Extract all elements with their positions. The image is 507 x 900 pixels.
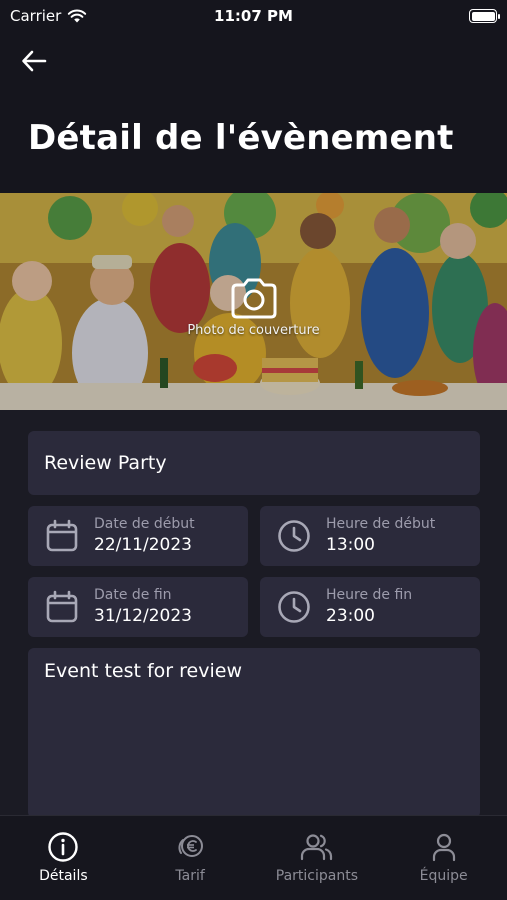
description-value: Event test for review [44,660,242,682]
users-icon [299,830,335,864]
status-bar: Carrier 11:07 PM [0,0,507,32]
end-time-text: Heure de fin 23:00 [326,586,412,628]
arrow-left-icon [22,50,47,72]
start-time-field[interactable]: Heure de début 13:00 [260,506,480,566]
end-date-field[interactable]: Date de fin 31/12/2023 [28,577,248,637]
start-date-text: Date de début 22/11/2023 [94,515,195,557]
wifi-icon [68,9,87,23]
tab-tarif-label: Tarif [175,868,205,884]
description-field[interactable]: Event test for review [28,648,480,818]
event-form: Review Party Date de début 22/11/2023 He… [0,410,507,818]
start-time-label: Heure de début [326,516,436,532]
clock-icon [276,518,312,554]
tab-team-label: Équipe [419,868,468,884]
calendar-icon [44,518,80,554]
start-date-value: 22/11/2023 [94,535,192,555]
carrier-label: Carrier [10,7,62,25]
end-time-label: Heure de fin [326,587,413,603]
tab-participants[interactable]: Participants [254,816,381,900]
event-name-field[interactable]: Review Party [28,431,480,495]
end-date-value: 31/12/2023 [94,606,192,626]
end-date-text: Date de fin 31/12/2023 [94,586,192,628]
battery-icon [469,9,500,23]
calendar-icon [44,589,80,625]
start-time-text: Heure de début 13:00 [326,515,435,557]
user-icon [428,830,460,864]
tab-team[interactable]: Équipe [380,816,507,900]
end-date-label: Date de fin [94,587,172,603]
start-date-label: Date de début [94,516,195,532]
clock-icon [276,589,312,625]
euro-icon [174,830,206,864]
back-button[interactable] [18,46,50,76]
end-time-value: 23:00 [326,606,375,626]
cover-overlay: Photo de couverture [0,193,507,410]
tab-tarif[interactable]: Tarif [127,816,254,900]
info-icon [47,830,79,864]
end-time-field[interactable]: Heure de fin 23:00 [260,577,480,637]
cover-label: Photo de couverture [187,323,320,338]
tab-participants-label: Participants [275,868,358,884]
cover-photo[interactable]: Photo de couverture [0,193,507,410]
tab-details-label: Détails [39,868,88,884]
tab-details[interactable]: Détails [0,816,127,900]
start-time-value: 13:00 [326,535,375,555]
tab-bar: Détails Tarif Participants Équipe [0,815,507,900]
camera-icon [231,278,276,319]
event-name-value: Review Party [44,452,167,474]
page-title: Détail de l'évènement [28,118,454,158]
carrier-group: Carrier [10,7,87,25]
start-date-field[interactable]: Date de début 22/11/2023 [28,506,248,566]
